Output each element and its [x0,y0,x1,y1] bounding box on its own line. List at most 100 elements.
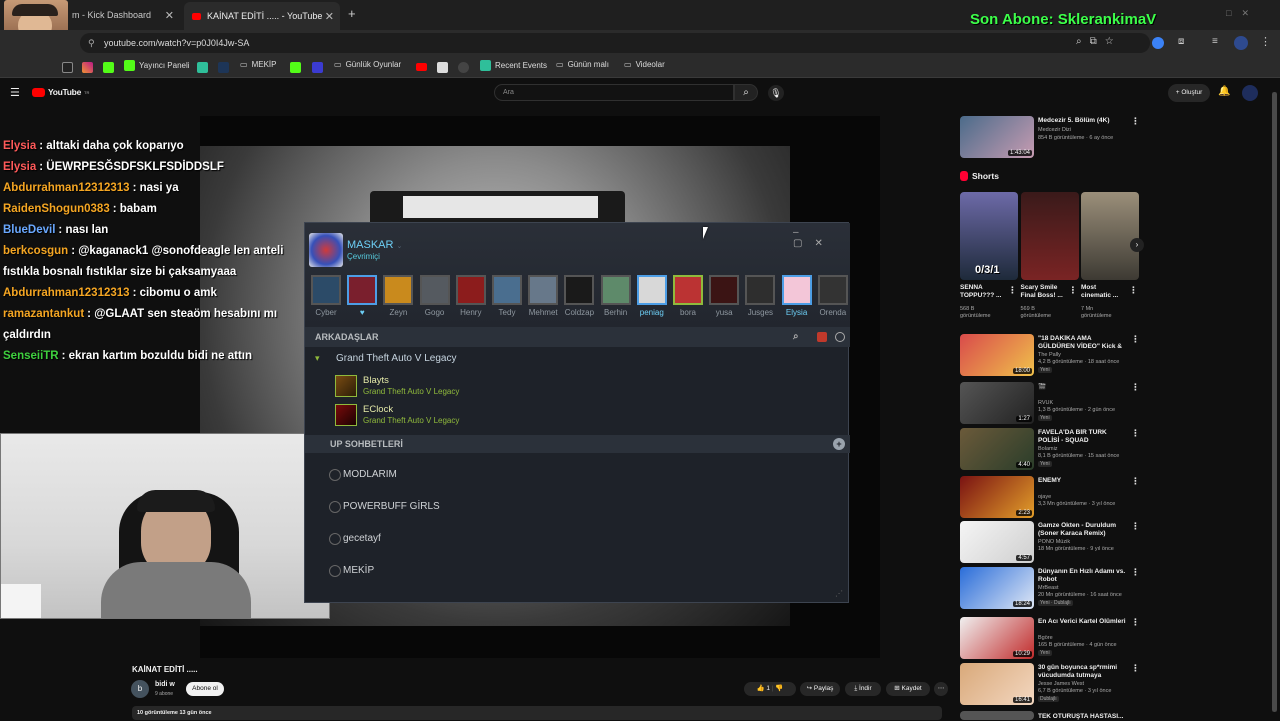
channel-avatar[interactable]: b [131,680,149,698]
bookmark-gunluk-oyunlar[interactable]: ▭ Günlük Oyunlar [334,60,401,69]
friend-avatar[interactable] [335,404,357,426]
x-bookmark-icon[interactable] [62,62,73,73]
video-channel[interactable]: ojaye [1038,494,1051,501]
video-title[interactable]: Gamze Ökten - Duruldum (Soner Karaca Rem… [1038,522,1128,538]
chat-username[interactable]: Elysia [3,140,36,152]
short-title[interactable]: Most cinematic ... [1081,284,1125,300]
group-chat-item[interactable]: gecetayf [343,533,381,544]
video-title[interactable]: Dünyanın En Hızlı Adamı vs. Robot [1038,568,1128,584]
short-title[interactable]: Scary Smile Final Boss! ... [1021,284,1065,300]
more-options-icon[interactable]: ⋮ [1131,521,1140,532]
steam-friend[interactable]: Tedy [490,275,524,317]
video-title[interactable]: Medcezir 5. Bölüm (4K) [1038,117,1128,125]
like-button[interactable]: 👍 1 [757,685,771,692]
vpn-extension-icon[interactable] [1152,37,1164,49]
video-title[interactable]: ENEMY [1038,477,1128,485]
url-field[interactable]: ⚲ youtube.com/watch?v=p0J0I4Jw-SA [80,33,1150,53]
steam-friend[interactable]: Zeyn [381,275,415,317]
more-options-icon[interactable]: ⋮ [1131,428,1140,439]
more-options-icon[interactable]: ⋮ [1131,334,1140,345]
bookmark-yayinci-paneli[interactable]: Yayıncı Paneli [124,60,190,71]
friend-name[interactable]: EClock [363,404,393,415]
steam-profile-avatar[interactable] [309,233,343,267]
steam-friend[interactable]: peniag [635,275,669,317]
video-thumbnail[interactable]: 18:00 [960,334,1034,376]
create-button[interactable]: + Oluştur [1168,84,1210,102]
chat-username[interactable]: Abdurrahman12312313 [3,182,130,194]
chevron-down-icon[interactable]: ▾ [315,353,327,363]
game-group-label[interactable]: Grand Theft Auto V Legacy [336,353,456,364]
microphone-icon[interactable]: 🎙 [768,85,784,101]
description-box[interactable]: 10 görüntüleme 13 gün önce [132,706,942,720]
app-bookmark-icon[interactable] [312,62,323,73]
steam-friend[interactable]: yusa [707,275,741,317]
more-options-icon[interactable]: ⋮ [1131,567,1140,578]
search-icon[interactable]: ⌕ [793,327,799,347]
instagram-bookmark-icon[interactable] [82,62,93,73]
chat-username[interactable]: SenseiiTR [3,350,59,362]
video-title[interactable]: "18 DAKİKA AMA GÜLDÜREN VİDEO" Kick & Tw… [1038,335,1128,351]
search-icon[interactable]: ⌕ [734,84,758,101]
kick-bookmark-icon[interactable] [103,62,114,73]
steam-friend[interactable]: Cyber [309,275,343,317]
close-icon[interactable]: ✕ [165,9,174,22]
group-chat-item[interactable]: MEKİP [343,565,374,576]
new-tab-icon[interactable]: + [348,6,356,21]
more-options-icon[interactable]: ⋮ [1131,617,1140,628]
chat-username[interactable]: ramazantankut [3,308,84,320]
add-group-icon[interactable]: + [833,438,845,450]
steam-friend[interactable]: Mehmet [526,275,560,317]
more-actions-button[interactable]: ⋯ [934,682,948,696]
settings-icon[interactable] [835,332,845,342]
video-thumbnail[interactable]: 2:23 [960,476,1034,518]
dislike-button[interactable]: 👎 [775,685,783,692]
video-channel[interactable]: Bgöre [1038,635,1053,642]
reading-list-icon[interactable]: ≡ [1212,36,1218,47]
video-channel[interactable]: Medcezir Dizi [1038,127,1071,134]
hamburger-menu-icon[interactable]: ☰ [10,86,20,99]
kick-bookmark-icon[interactable] [290,62,301,73]
steam-friend[interactable]: Berhin [599,275,633,317]
video-channel[interactable]: RVUK [1038,400,1053,407]
chat-username[interactable]: Abdurrahman12312313 [3,287,130,299]
video-thumbnail[interactable]: 4:40 [960,428,1034,470]
steam-friend[interactable]: ♥ [345,275,379,317]
globe-bookmark-icon[interactable] [458,62,469,73]
short-thumbnail[interactable] [1020,192,1079,280]
bookmark-mekip[interactable]: ▭ MEKİP [240,60,276,69]
share-button[interactable]: ↪ Paylaş [800,682,840,696]
more-options-icon[interactable]: ⋮ [1131,663,1140,674]
notifications-bell-icon[interactable]: 🔔 [1218,86,1230,97]
more-options-icon[interactable]: ⋮ [1131,116,1140,127]
steam-friend[interactable]: Coldzap [562,275,596,317]
tab-youtube[interactable]: KAİNAT EDİTİ ..... - YouTube ✕ [184,2,340,30]
menu-icon[interactable]: ⋮ [1260,35,1271,48]
profile-avatar[interactable] [1234,36,1248,50]
more-options-icon[interactable]: ⋮ [1131,476,1140,487]
steam-friends-window[interactable]: MASKAR ⌄ Çevrimiçi –▢✕ Cyber ♥ Zeyn Gogo Hen… [304,222,850,603]
more-options-icon[interactable]: ⋮ [1131,382,1140,393]
address-bar-actions[interactable]: ⌕⧉☆ [1076,36,1122,47]
extensions-icon[interactable]: ⧈ [1178,36,1184,47]
video-channel[interactable]: Bolamiz [1038,446,1058,453]
chat-username[interactable]: RaidenShogun0383 [3,203,110,215]
steam-username[interactable]: MASKAR ⌄ [347,239,402,251]
video-thumbnail[interactable]: 18:24 [960,567,1034,609]
video-channel[interactable]: MrBeast [1038,585,1058,592]
account-avatar[interactable] [1242,85,1258,101]
shorts-next-icon[interactable]: › [1130,238,1144,252]
channel-name[interactable]: bidi w [155,681,175,688]
download-button[interactable]: ⤓ İndir [845,682,881,696]
video-thumbnail[interactable]: 16:41 [960,663,1034,705]
short-title[interactable]: SENNA TOPPU??? ... [960,284,1004,300]
site-info-icon[interactable]: ⚲ [88,33,95,53]
search-input[interactable]: Ara [494,84,734,101]
video-channel[interactable]: Jesse James West [1038,681,1084,688]
bookmark-videolar[interactable]: ▭ Videolar [624,60,665,69]
chat-username[interactable]: berkcosgun [3,245,68,257]
friend-name[interactable]: Blayts [363,375,389,386]
image-bookmark-icon[interactable] [437,62,448,73]
page-scrollbar[interactable] [1272,92,1277,712]
resize-handle-icon[interactable]: ⋰ [835,589,843,598]
bookmark-recent-events[interactable]: Recent Events [480,60,547,71]
